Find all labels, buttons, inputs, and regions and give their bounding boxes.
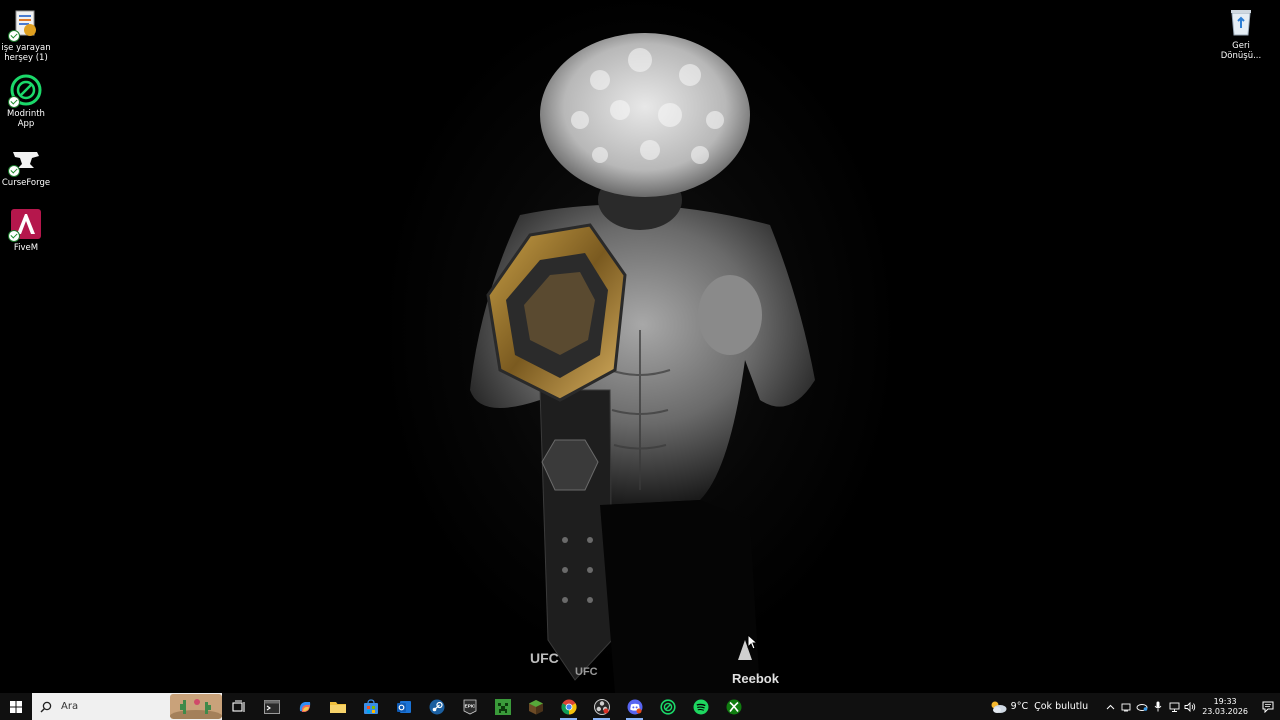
taskbar-minecraft-launcher[interactable]: [486, 693, 519, 720]
reebok-logo: Reebok: [732, 671, 780, 686]
taskbar-microsoft-store[interactable]: [354, 693, 387, 720]
desktop-icon-label: FiveM: [13, 243, 39, 253]
device-icon: [1121, 703, 1131, 711]
desktop-icon-label: Modrinth App: [7, 109, 45, 129]
epic-games-icon: EPIC: [463, 699, 476, 714]
cloud-sync-icon: [1136, 704, 1148, 711]
tray-volume[interactable]: [1182, 693, 1198, 720]
taskbar-file-explorer[interactable]: [321, 693, 354, 720]
document-folder-icon: [8, 8, 42, 42]
desktop-icon-label: işe yarayan herşey (1): [1, 43, 51, 63]
taskbar-epic-games[interactable]: EPIC: [453, 693, 486, 720]
wallpaper: UFC UFC Reebok: [470, 33, 815, 693]
clock-date: 23.03.2026: [1202, 706, 1248, 716]
spotify-icon: [693, 699, 708, 714]
taskbar-spotify[interactable]: [684, 693, 717, 720]
notification-center-button[interactable]: [1256, 693, 1280, 720]
windows-logo-icon: [10, 700, 22, 713]
minecraft-block-icon: [528, 699, 543, 714]
taskbar: Ara EPIC 9°C Çok bulutlu 19:33 23.03.202…: [0, 693, 1280, 720]
desktop-icon-modrinth[interactable]: Modrinth App: [0, 74, 52, 129]
outlook-icon: [396, 700, 411, 713]
taskbar-obs[interactable]: [585, 693, 618, 720]
desktop-icon-label: CurseForge: [1, 178, 51, 188]
taskbar-task-view[interactable]: [222, 693, 255, 720]
tray-microphone[interactable]: [1150, 693, 1166, 720]
notification-icon: [1262, 701, 1274, 713]
desktop-icon-curseforge[interactable]: CurseForge: [0, 143, 52, 188]
taskbar-discord[interactable]: [618, 693, 651, 720]
search-icon: [40, 701, 52, 713]
ufc-logo-small: UFC: [575, 666, 598, 678]
curseforge-anvil-icon: [8, 143, 42, 177]
taskbar-xbox[interactable]: [717, 693, 750, 720]
chevron-up-icon: [1106, 704, 1115, 709]
microphone-icon: [1154, 701, 1162, 712]
system-tray: 9°C Çok bulutlu 19:33 23.03.2026: [989, 693, 1280, 720]
mouse-cursor-icon: [747, 634, 759, 650]
terminal-icon: [263, 699, 280, 714]
tray-show-hidden[interactable]: [1102, 693, 1118, 720]
taskbar-search-box[interactable]: Ara: [32, 693, 222, 720]
fivem-icon: [8, 208, 42, 242]
minecraft-icon: [494, 698, 511, 715]
weather-condition: Çok bulutlu: [1034, 701, 1089, 712]
desktop-icon-ise-yarayan[interactable]: işe yarayan herşey (1): [0, 8, 52, 63]
taskbar-copilot[interactable]: [288, 693, 321, 720]
steam-icon: [429, 699, 444, 714]
tray-device[interactable]: [1118, 693, 1134, 720]
modrinth-icon: [8, 74, 42, 108]
taskbar-modrinth[interactable]: [651, 693, 684, 720]
taskbar-minecraft-edition[interactable]: [519, 693, 552, 720]
svg-text:EPIC: EPIC: [464, 703, 475, 708]
ufc-logo: UFC: [530, 650, 559, 666]
tray-onedrive[interactable]: [1134, 693, 1150, 720]
search-placeholder: Ara: [61, 701, 79, 712]
taskbar-clock[interactable]: 19:33 23.03.2026: [1202, 697, 1248, 717]
copilot-icon: [299, 701, 310, 712]
desktop-icon-label: Geri Dönüşü...: [1220, 41, 1262, 61]
taskbar-outlook[interactable]: [387, 693, 420, 720]
taskbar-steam[interactable]: [420, 693, 453, 720]
desktop-icon-recycle-bin[interactable]: Geri Dönüşü...: [1215, 6, 1267, 61]
weather-temperature: 9°C: [1010, 701, 1029, 712]
modrinth-icon: [659, 698, 676, 715]
search-highlight-desert-icon: [170, 694, 222, 719]
desktop-icon-fivem[interactable]: FiveM: [0, 208, 52, 253]
clock-time: 19:33: [1213, 696, 1237, 706]
desktop[interactable]: UFC UFC Reebok işe yarayan herşey (1) Mo…: [0, 0, 1280, 693]
task-view-icon: [231, 699, 245, 712]
network-icon: [1169, 702, 1180, 712]
chrome-icon: [560, 699, 577, 715]
start-button[interactable]: [0, 693, 32, 720]
speaker-icon: [1184, 701, 1196, 712]
tray-network[interactable]: [1166, 693, 1182, 720]
xbox-icon: [726, 699, 741, 714]
obs-icon: [593, 698, 610, 715]
taskbar-terminal[interactable]: [255, 693, 288, 720]
store-icon: [363, 698, 378, 714]
cloudy-weather-icon: [991, 701, 1007, 713]
weather-widget[interactable]: 9°C Çok bulutlu: [989, 700, 1089, 714]
folder-icon: [329, 701, 346, 713]
recycle-bin-icon: [1225, 6, 1257, 38]
discord-icon: [627, 699, 642, 714]
taskbar-chrome[interactable]: [552, 693, 585, 720]
